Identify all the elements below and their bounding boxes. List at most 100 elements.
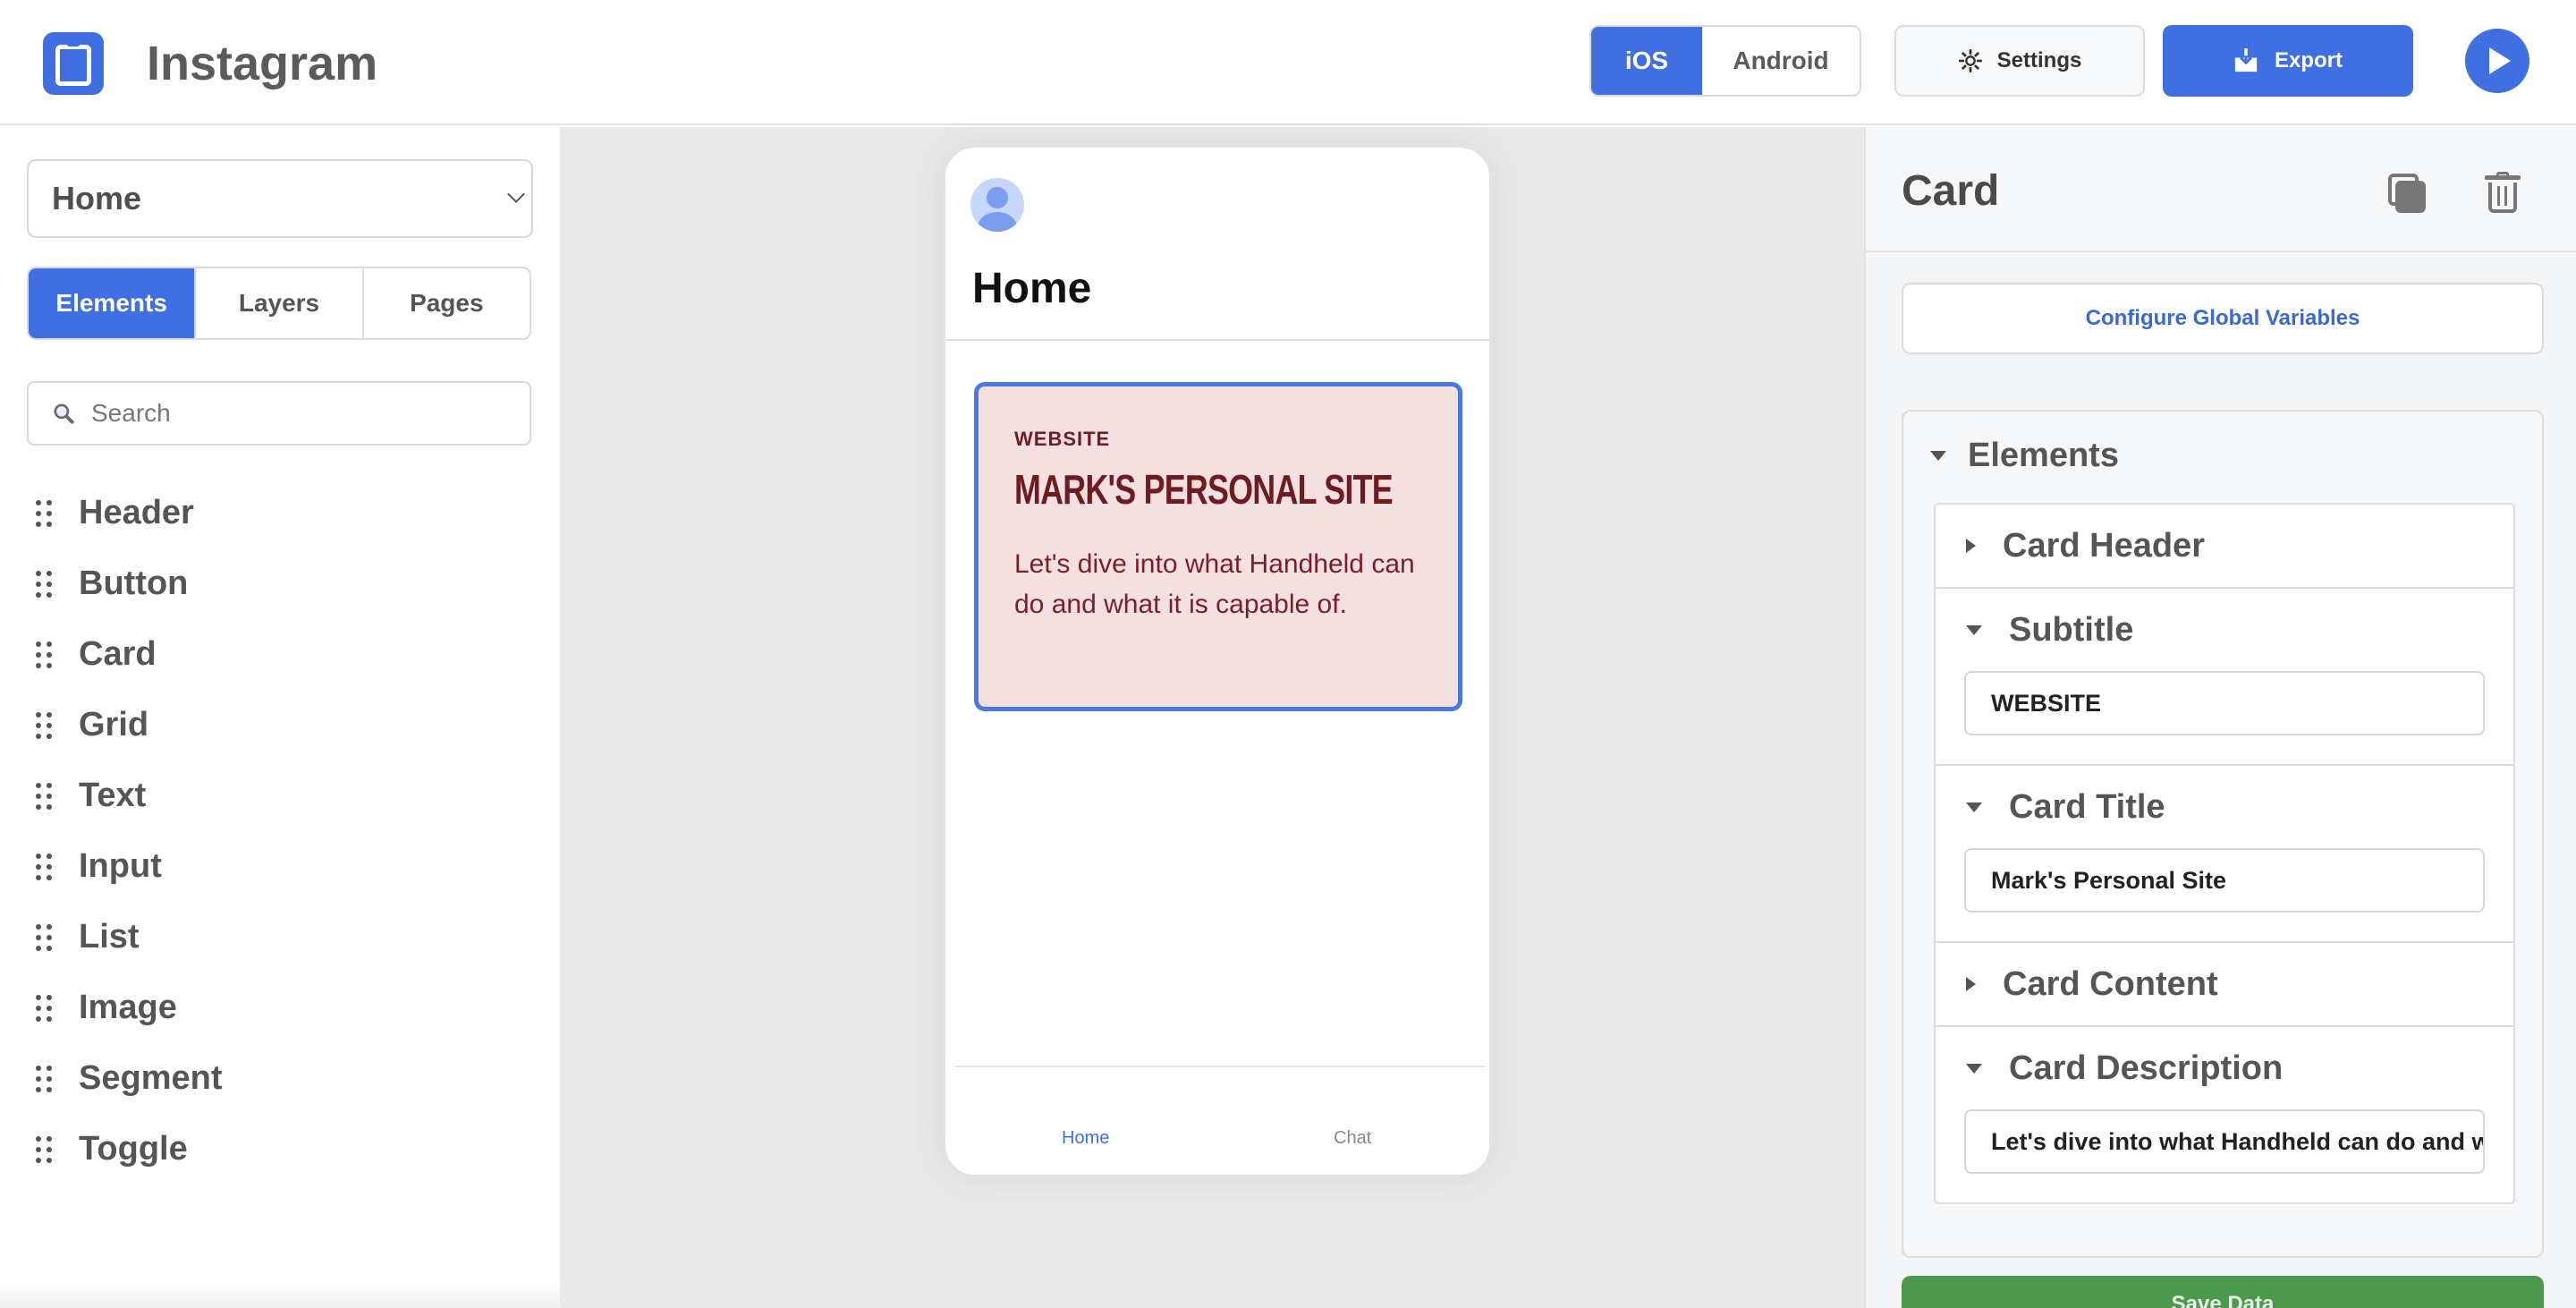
tab-bar-chat[interactable]: Chat <box>1334 1128 1371 1149</box>
element-label: Grid <box>79 706 149 743</box>
section-label: Subtitle <box>2009 610 2134 649</box>
drag-handle-icon <box>36 1135 52 1163</box>
element-label: Segment <box>79 1059 223 1097</box>
element-sections: Card Header Subtitle Card Title <box>1934 503 2515 1204</box>
caret-down-icon <box>1966 1063 1982 1074</box>
trash-icon[interactable] <box>2485 172 2521 213</box>
element-list: Header Button Card Grid Text Input List … <box>36 478 519 1185</box>
drag-handle-icon <box>36 923 52 951</box>
section-label: Card Header <box>2003 526 2205 565</box>
play-icon <box>2489 47 2511 74</box>
phone-preview: Home WEBSITE MARK'S PERSONAL SITE Let's … <box>943 145 1492 1177</box>
element-label: Button <box>79 565 189 602</box>
settings-label: Settings <box>1996 48 2082 72</box>
inspector-title: Card <box>1902 167 2000 215</box>
platform-android-button[interactable]: Android <box>1702 27 1860 95</box>
element-label: Image <box>79 989 177 1026</box>
element-item-toggle[interactable]: Toggle <box>36 1114 519 1185</box>
sidebar-tabs: Elements Layers Pages <box>27 267 531 340</box>
card-title-input[interactable] <box>1964 848 2485 913</box>
element-item-header[interactable]: Header <box>36 478 519 548</box>
tab-layers[interactable]: Layers <box>194 268 361 338</box>
duplicate-icon[interactable] <box>2388 174 2428 215</box>
drag-handle-icon <box>36 711 52 739</box>
caret-right-icon <box>1966 539 1976 553</box>
download-icon <box>2234 48 2258 72</box>
drag-handle-icon <box>36 782 52 810</box>
tab-pages[interactable]: Pages <box>361 268 530 338</box>
preview-card-selected[interactable]: WEBSITE MARK'S PERSONAL SITE Let's dive … <box>974 382 1462 711</box>
section-card-content: Card Content <box>1936 941 2513 1025</box>
search-box <box>27 381 531 446</box>
search-icon <box>54 403 74 424</box>
element-label: Text <box>79 777 147 814</box>
left-sidebar: Home Elements Layers Pages Header Button… <box>0 127 560 1308</box>
tab-bar-divider <box>954 1066 1486 1067</box>
run-preview-button[interactable] <box>2465 29 2529 93</box>
drag-handle-icon <box>36 499 52 527</box>
element-item-input[interactable]: Input <box>36 831 519 902</box>
section-toggle[interactable]: Card Title <box>1936 766 2513 848</box>
section-label: Card Title <box>2009 787 2165 826</box>
avatar[interactable] <box>970 178 1024 232</box>
drag-handle-icon <box>36 853 52 880</box>
header-divider <box>945 339 1489 341</box>
element-item-text[interactable]: Text <box>36 760 519 831</box>
element-label: List <box>79 918 140 956</box>
save-data-button[interactable]: Save Data <box>1902 1276 2544 1308</box>
section-toggle[interactable]: Card Header <box>1936 505 2513 587</box>
element-item-button[interactable]: Button <box>36 548 519 619</box>
inspector-panel: Card Configure Global Variables Elements… <box>1864 127 2576 1308</box>
phone-logo-icon <box>43 32 104 95</box>
section-toggle[interactable]: Card Description <box>1936 1027 2513 1109</box>
card-subtitle: WEBSITE <box>1014 428 1111 450</box>
chevron-down-icon <box>507 185 525 203</box>
elements-toggle[interactable]: Elements <box>1930 437 2119 475</box>
gear-icon <box>1958 48 1982 73</box>
caret-down-icon <box>1966 624 1982 635</box>
element-item-image[interactable]: Image <box>36 973 519 1043</box>
section-toggle[interactable]: Subtitle <box>1936 589 2513 671</box>
element-item-list[interactable]: List <box>36 902 519 973</box>
card-description: Let's dive into what Handheld can do and… <box>1014 549 1415 619</box>
drag-handle-icon <box>36 641 52 668</box>
caret-down-icon <box>1930 451 1946 461</box>
card-title: MARK'S PERSONAL SITE <box>1014 466 1394 513</box>
drag-handle-icon <box>36 1065 52 1092</box>
drag-handle-icon <box>36 994 52 1022</box>
element-item-card[interactable]: Card <box>36 619 519 690</box>
section-toggle[interactable]: Card Content <box>1936 943 2513 1025</box>
caret-down-icon <box>1966 802 1982 812</box>
subtitle-input[interactable] <box>1964 671 2485 735</box>
configure-global-variables-button[interactable]: Configure Global Variables <box>1902 283 2544 354</box>
section-label: Card Description <box>2009 1049 2284 1087</box>
element-label: Card <box>79 635 157 673</box>
card-description-input[interactable] <box>1964 1109 2485 1174</box>
tab-bar-home[interactable]: Home <box>1062 1128 1109 1149</box>
tab-elements[interactable]: Elements <box>29 268 195 338</box>
page-select-value: Home <box>52 180 142 217</box>
search-input[interactable] <box>91 399 485 428</box>
section-card-header: Card Header <box>1936 505 2513 587</box>
element-label: Header <box>79 494 194 531</box>
element-item-segment[interactable]: Segment <box>36 1043 519 1114</box>
top-bar: Instagram iOS Android Settings Export <box>0 0 2576 125</box>
export-label: Export <box>2274 48 2343 72</box>
design-canvas: Home WEBSITE MARK'S PERSONAL SITE Let's … <box>560 127 1864 1308</box>
inspector-header: Card <box>1866 127 2576 252</box>
platform-ios-button[interactable]: iOS <box>1591 27 1702 95</box>
element-item-grid[interactable]: Grid <box>36 690 519 760</box>
sidebar-bottom-shadow <box>0 1281 560 1308</box>
section-subtitle: Subtitle <box>1936 587 2513 764</box>
export-button[interactable]: Export <box>2163 25 2413 97</box>
section-card-title: Card Title <box>1936 764 2513 941</box>
page-select[interactable]: Home <box>27 159 533 238</box>
section-card-description: Card Description <box>1936 1025 2513 1202</box>
drag-handle-icon <box>36 570 52 598</box>
settings-button[interactable]: Settings <box>1894 25 2145 97</box>
app-title: Instagram <box>147 37 378 90</box>
platform-toggle: iOS Android <box>1589 25 1861 97</box>
element-label: Input <box>79 847 162 885</box>
element-label: Toggle <box>79 1130 188 1168</box>
caret-right-icon <box>1966 977 1976 991</box>
